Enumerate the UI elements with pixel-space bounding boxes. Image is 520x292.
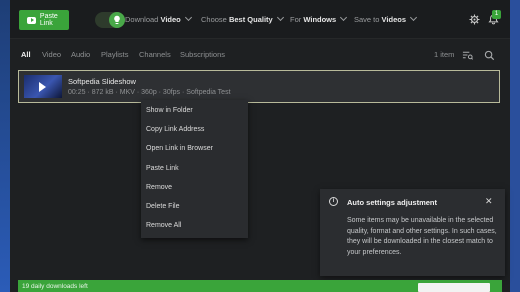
desktop-background-right xyxy=(510,0,520,292)
chevron-down-icon xyxy=(276,13,284,22)
item-title: Softpedia Slideshow xyxy=(68,77,136,86)
close-icon[interactable]: ✕ xyxy=(485,196,493,207)
tab-all[interactable]: All xyxy=(21,50,31,59)
paste-link-button[interactable]: Paste Link xyxy=(19,10,69,30)
app-window: Paste Link Download Video Choose Best Qu… xyxy=(10,0,510,292)
chevron-down-icon xyxy=(184,13,192,22)
download-type-dropdown[interactable]: Download Video xyxy=(125,13,192,24)
menu-item-show-in-folder[interactable]: Show in Folder xyxy=(146,107,193,114)
settings-icon[interactable] xyxy=(468,13,480,25)
menu-item-delete-file[interactable]: Delete File xyxy=(146,203,179,210)
chevron-down-icon xyxy=(340,13,348,22)
sort-icon[interactable] xyxy=(462,48,473,60)
notification-body: Some items may be unavailable in the sel… xyxy=(347,217,497,256)
top-toolbar: Paste Link Download Video Choose Best Qu… xyxy=(10,0,510,39)
menu-item-open-link-in-browser[interactable]: Open Link in Browser xyxy=(146,145,213,152)
info-icon: i xyxy=(329,197,338,206)
tab-audio[interactable]: Audio xyxy=(71,50,90,59)
notification-title: Auto settings adjustment xyxy=(347,198,438,207)
smart-mode-toggle[interactable] xyxy=(95,12,125,28)
youtube-icon xyxy=(27,16,36,24)
paste-link-label: Paste Link xyxy=(39,13,58,27)
platform-dropdown[interactable]: For Windows xyxy=(290,13,348,24)
desktop-background-left xyxy=(0,0,10,292)
chevron-down-icon xyxy=(409,13,418,22)
quality-dropdown[interactable]: Choose Best Quality xyxy=(201,13,284,24)
video-thumbnail xyxy=(24,75,62,98)
daily-limit-text: 19 daily downloads left xyxy=(22,283,88,290)
item-meta: 00:25 · 872 kB · MKV · 360p · 30fps · So… xyxy=(68,89,231,96)
menu-item-copy-link-address[interactable]: Copy Link Address xyxy=(146,126,204,133)
tab-subscriptions[interactable]: Subscriptions xyxy=(180,50,225,59)
search-icon[interactable] xyxy=(484,48,495,61)
menu-item-remove[interactable]: Remove xyxy=(146,184,172,191)
lightbulb-icon xyxy=(109,12,125,28)
menu-item-paste-link[interactable]: Paste Link xyxy=(146,165,179,172)
download-item-row[interactable]: Softpedia Slideshow 00:25 · 872 kB · MKV… xyxy=(18,70,500,103)
tab-channels[interactable]: Channels xyxy=(139,50,171,59)
notification-panel: i Auto settings adjustment ✕ Some items … xyxy=(320,189,505,276)
item-count: 1 item xyxy=(434,50,455,59)
menu-item-remove-all[interactable]: Remove All xyxy=(146,222,181,229)
daily-limit-bar: 19 daily downloads left xyxy=(18,280,502,292)
notification-badge: 1 xyxy=(492,10,501,19)
tab-playlists[interactable]: Playlists xyxy=(101,50,129,59)
tab-video[interactable]: Video xyxy=(42,50,61,59)
play-icon xyxy=(39,82,46,92)
upgrade-button[interactable] xyxy=(418,283,490,292)
save-location-dropdown[interactable]: Save to Videos xyxy=(354,13,418,24)
context-menu: Show in Folder Copy Link Address Open Li… xyxy=(141,100,248,238)
